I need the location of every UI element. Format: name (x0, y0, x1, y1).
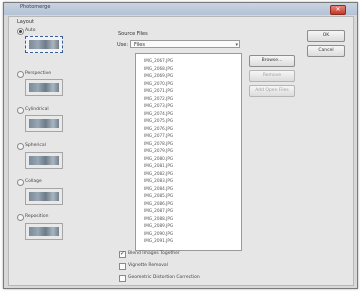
chevron-down-icon: ▾ (235, 42, 238, 48)
radio-layout-reposition[interactable] (17, 214, 24, 221)
source-file-list[interactable]: IMG_2067.JPG IMG_2068.JPG IMG_2069.JPG I… (135, 53, 242, 251)
layout-spherical-icon[interactable] (25, 152, 63, 169)
blend-images-checkbox[interactable] (119, 250, 126, 258)
layout-spherical-label: Spherical (25, 143, 46, 148)
list-item[interactable]: IMG_2081.JPG (144, 163, 173, 168)
list-item[interactable]: IMG_2070.JPG (144, 81, 173, 86)
radio-layout-auto[interactable] (17, 28, 24, 35)
radio-layout-cylindrical[interactable] (17, 107, 24, 114)
radio-layout-spherical[interactable] (17, 143, 24, 150)
list-item[interactable]: IMG_2069.JPG (144, 73, 173, 78)
layout-cylindrical-icon[interactable] (25, 115, 63, 132)
add-open-files-button[interactable]: Add Open Files (249, 85, 295, 97)
list-item[interactable]: IMG_2085.JPG (144, 193, 173, 198)
use-label: Use: (117, 42, 129, 48)
list-item[interactable]: IMG_2079.JPG (144, 148, 173, 153)
list-item[interactable]: IMG_2073.JPG (144, 103, 173, 108)
vignette-removal-label: Vignette Removal (128, 263, 168, 268)
layout-collage-icon[interactable] (25, 188, 63, 205)
list-item[interactable]: IMG_2091.JPG (144, 238, 173, 243)
list-item[interactable]: IMG_2071.JPG (144, 88, 173, 93)
list-item[interactable]: IMG_2083.JPG (144, 178, 173, 183)
list-item[interactable]: IMG_2074.JPG (144, 111, 173, 116)
dialog-title: Photomerge (20, 4, 51, 10)
radio-layout-collage[interactable] (17, 179, 24, 186)
browse-button[interactable]: Browse... (249, 55, 295, 67)
vignette-removal-checkbox[interactable] (119, 263, 126, 270)
layout-reposition-icon[interactable] (25, 223, 63, 240)
layout-collage-thumb (29, 192, 59, 201)
layout-perspective-thumb (29, 83, 59, 92)
list-item[interactable]: IMG_2084.JPG (144, 186, 173, 191)
close-button[interactable]: ✕ (330, 5, 346, 15)
distortion-correction-checkbox[interactable] (119, 275, 126, 282)
layout-cylindrical-label: Cylindrical (25, 107, 49, 112)
list-item[interactable]: IMG_2077.JPG (144, 133, 173, 138)
layout-auto-label: Auto (25, 28, 36, 33)
list-item[interactable]: IMG_2072.JPG (144, 96, 173, 101)
photomerge-dialog: Photomerge ✕ Layout Auto Perspective Cyl… (3, 2, 358, 289)
layout-perspective-icon[interactable] (25, 79, 63, 96)
dialog-body: Layout Auto Perspective Cylindrical Sphe… (8, 16, 354, 286)
layout-cylindrical-thumb (29, 119, 59, 128)
layout-perspective-label: Perspective (25, 71, 52, 76)
radio-layout-perspective[interactable] (17, 71, 24, 78)
list-item[interactable]: IMG_2078.JPG (144, 141, 173, 146)
use-dropdown-value: Files (134, 42, 145, 48)
layout-reposition-label: Reposition (25, 214, 49, 219)
layout-auto-icon[interactable] (25, 36, 63, 53)
list-item[interactable]: IMG_2076.JPG (144, 126, 173, 131)
list-item[interactable]: IMG_2075.JPG (144, 118, 173, 123)
list-item[interactable]: IMG_2082.JPG (144, 171, 173, 176)
list-item[interactable]: IMG_2089.JPG (144, 223, 173, 228)
layout-collage-label: Collage (25, 179, 42, 184)
blend-images-label: Blend Images Together (128, 251, 180, 256)
list-item[interactable]: IMG_2088.JPG (144, 216, 173, 221)
layout-reposition-thumb (29, 227, 59, 236)
title-bar[interactable]: Photomerge ✕ (4, 3, 357, 15)
source-files-label: Source Files (118, 31, 148, 37)
remove-button[interactable]: Remove (249, 70, 295, 82)
list-item[interactable]: IMG_2067.JPG (144, 58, 173, 63)
ok-button[interactable]: OK (307, 30, 345, 42)
layout-auto-thumb (29, 40, 59, 49)
layout-group-label: Layout (17, 19, 34, 25)
list-item[interactable]: IMG_2068.JPG (144, 66, 173, 71)
cancel-button[interactable]: Cancel (307, 45, 345, 57)
layout-spherical-thumb (29, 156, 59, 165)
list-item[interactable]: IMG_2090.JPG (144, 231, 173, 236)
list-item[interactable]: IMG_2086.JPG (144, 201, 173, 206)
list-item[interactable]: IMG_2080.JPG (144, 156, 173, 161)
distortion-correction-label: Geometric Distortion Correction (128, 275, 200, 280)
use-dropdown[interactable]: Files ▾ (130, 40, 240, 48)
list-item[interactable]: IMG_2087.JPG (144, 208, 173, 213)
